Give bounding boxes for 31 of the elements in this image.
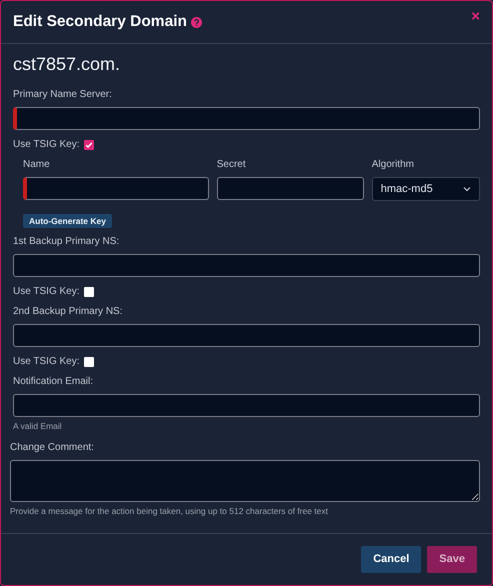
- field-label: Algorithm: [372, 159, 415, 171]
- input-field[interactable]: [13, 394, 480, 417]
- input-field[interactable]: [13, 254, 480, 277]
- input-field[interactable]: [23, 177, 209, 200]
- field-label: 1st Backup Primary NS:: [13, 236, 120, 248]
- field-label: Name: [23, 159, 51, 171]
- field-label: 2nd Backup Primary NS:: [13, 306, 124, 318]
- checkbox[interactable]: [84, 287, 94, 297]
- checkbox-label: Use TSIG Key:: [13, 139, 80, 151]
- chevron-icon: [462, 186, 471, 192]
- field-label: Secret: [216, 159, 247, 171]
- domain-name: cst7857.com.: [13, 53, 122, 75]
- checkbox[interactable]: [84, 140, 94, 150]
- input-field[interactable]: [13, 324, 480, 347]
- checkbox-label: Use TSIG Key:: [13, 286, 80, 298]
- input-field[interactable]: [216, 177, 364, 200]
- input-field[interactable]: [13, 107, 480, 130]
- help-text: Provide a message for the action being taken, using up to 512 characters of free text: [10, 506, 329, 516]
- algorithm-select[interactable]: hmac-md5: [372, 177, 480, 201]
- checkbox-label: Use TSIG Key:: [13, 356, 80, 368]
- cancel-button[interactable]: Cancel: [361, 546, 422, 573]
- help-icon[interactable]: [190, 16, 202, 28]
- checkbox[interactable]: [84, 357, 94, 367]
- field-label: Primary Name Server:: [13, 89, 113, 101]
- help-text: A valid Email: [13, 421, 63, 431]
- generate-key-button[interactable]: Auto-Generate Key: [23, 214, 112, 228]
- dialog-title: Edit Secondary Domain: [13, 12, 187, 32]
- field-label: Change Comment:: [10, 442, 95, 454]
- comment-field[interactable]: [10, 460, 480, 502]
- close-button[interactable]: ×: [471, 8, 480, 24]
- field-label: Notification Email:: [13, 376, 94, 388]
